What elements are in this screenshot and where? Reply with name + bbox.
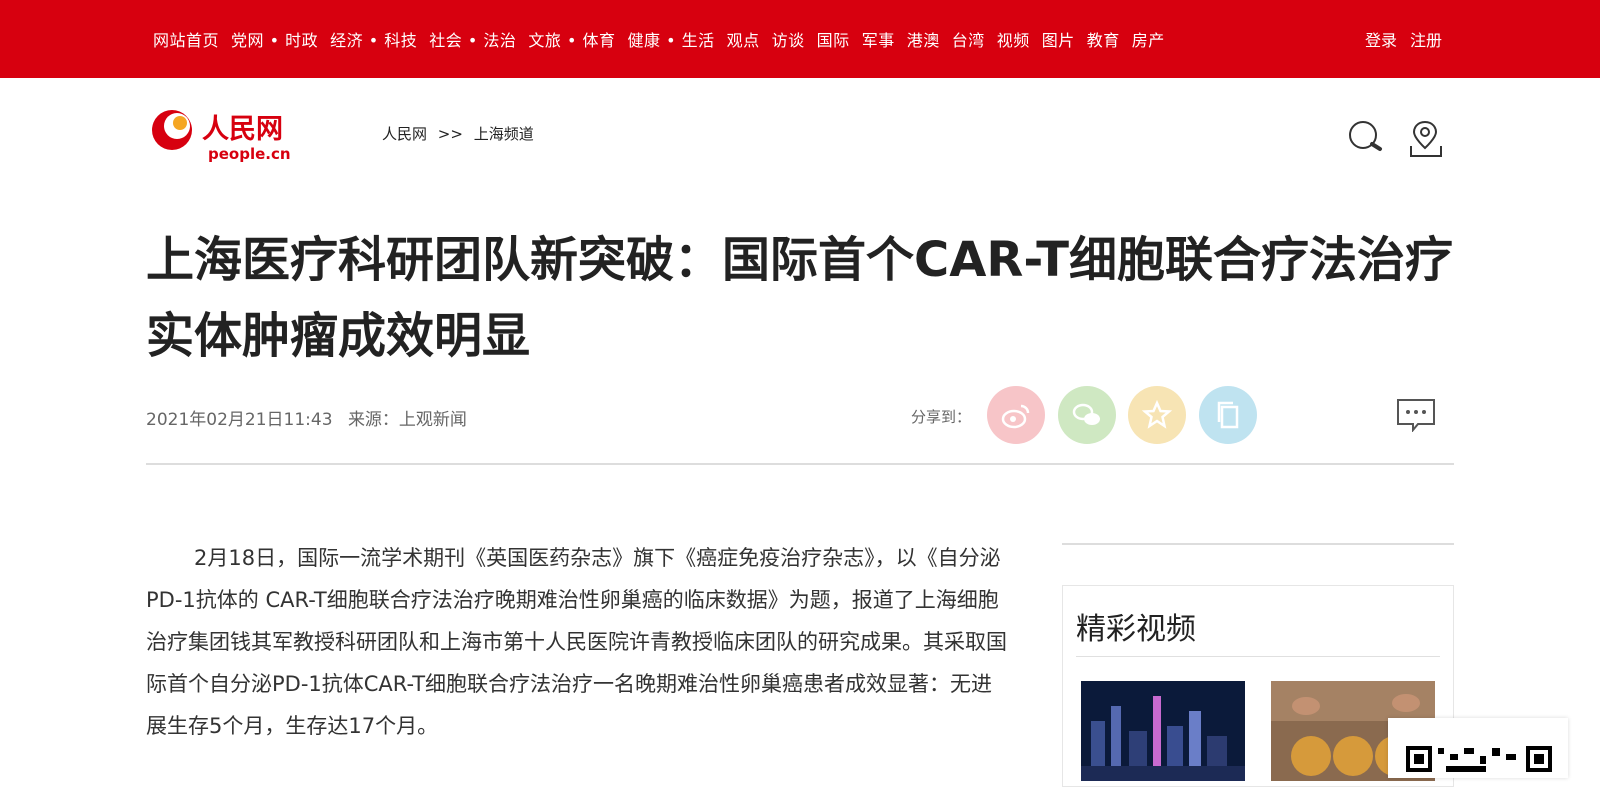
nav-interview[interactable]: 访谈 (772, 27, 805, 51)
header-divider (146, 463, 1454, 465)
qr-code-icon (1406, 746, 1552, 772)
nav-international[interactable]: 国际 (817, 27, 850, 51)
article-title: 上海医疗科研团队新突破：国际首个CAR-T细胞联合疗法治疗实体肿瘤成效明显 (146, 232, 1453, 364)
nav-health-life[interactable]: 健康 • 生活 (628, 27, 715, 51)
article-meta: 2021年02月21日11:43 来源：上观新闻 (146, 405, 477, 430)
share-favorite-icon[interactable] (1128, 386, 1186, 444)
nav-economy-tech[interactable]: 经济 • 科技 (330, 27, 417, 51)
share-weibo-icon[interactable] (987, 386, 1045, 444)
breadcrumb-separator: >> (437, 125, 463, 143)
publish-datetime: 2021年02月21日11:43 (146, 410, 333, 430)
nav-taiwan[interactable]: 台湾 (952, 27, 985, 51)
nav-politics[interactable]: 党网 • 时政 (231, 27, 318, 51)
login-link[interactable]: 登录 (1365, 27, 1397, 51)
comment-icon[interactable] (1396, 398, 1436, 433)
nav-video[interactable]: 视频 (997, 27, 1030, 51)
auth-links: 登录 注册 (1365, 27, 1442, 51)
nav-education[interactable]: 教育 (1087, 27, 1120, 51)
share-wechat-icon[interactable] (1058, 386, 1116, 444)
search-icon[interactable] (1346, 118, 1386, 158)
sidebar-divider (1062, 543, 1454, 545)
nav-home[interactable]: 网站首页 (153, 27, 219, 51)
main-nav: 网站首页 党网 • 时政 经济 • 科技 社会 • 法治 文旅 • 体育 健康 … (153, 27, 1165, 51)
nav-opinion[interactable]: 观点 (727, 27, 760, 51)
top-nav-bar: 网站首页 党网 • 时政 经济 • 科技 社会 • 法治 文旅 • 体育 健康 … (0, 0, 1600, 78)
video-section-heading: 精彩视频 (1076, 612, 1196, 647)
nav-pictures[interactable]: 图片 (1042, 27, 1075, 51)
share-label: 分享到： (911, 408, 972, 426)
people-logo-icon: 人民网 people.cn (152, 110, 291, 163)
qr-code-panel (1388, 718, 1568, 778)
breadcrumb-channel[interactable]: 上海频道 (474, 125, 534, 143)
nav-real-estate[interactable]: 房产 (1132, 27, 1165, 51)
nav-hk-macao[interactable]: 港澳 (907, 27, 940, 51)
nav-military[interactable]: 军事 (862, 27, 895, 51)
breadcrumb: 人民网 >> 上海频道 (382, 123, 540, 144)
register-link[interactable]: 注册 (1410, 27, 1442, 51)
svg-text:people.cn: people.cn (208, 145, 291, 163)
svg-text:人民网: 人民网 (202, 114, 283, 145)
article-source: 来源：上观新闻 (347, 410, 467, 430)
site-logo[interactable]: 人民网 people.cn (150, 106, 300, 164)
breadcrumb-home[interactable]: 人民网 (382, 125, 427, 143)
nav-culture-sports[interactable]: 文旅 • 体育 (528, 27, 615, 51)
location-icon[interactable] (1406, 118, 1446, 158)
article-paragraph: 2月18日，国际一流学术期刊《英国医药杂志》旗下《癌症免疫治疗杂志》，以《自分泌… (146, 546, 1007, 738)
share-copy-icon[interactable] (1199, 386, 1257, 444)
video-thumbnail-city[interactable] (1081, 681, 1245, 781)
video-section-divider (1076, 656, 1440, 657)
nav-society-law[interactable]: 社会 • 法治 (429, 27, 516, 51)
